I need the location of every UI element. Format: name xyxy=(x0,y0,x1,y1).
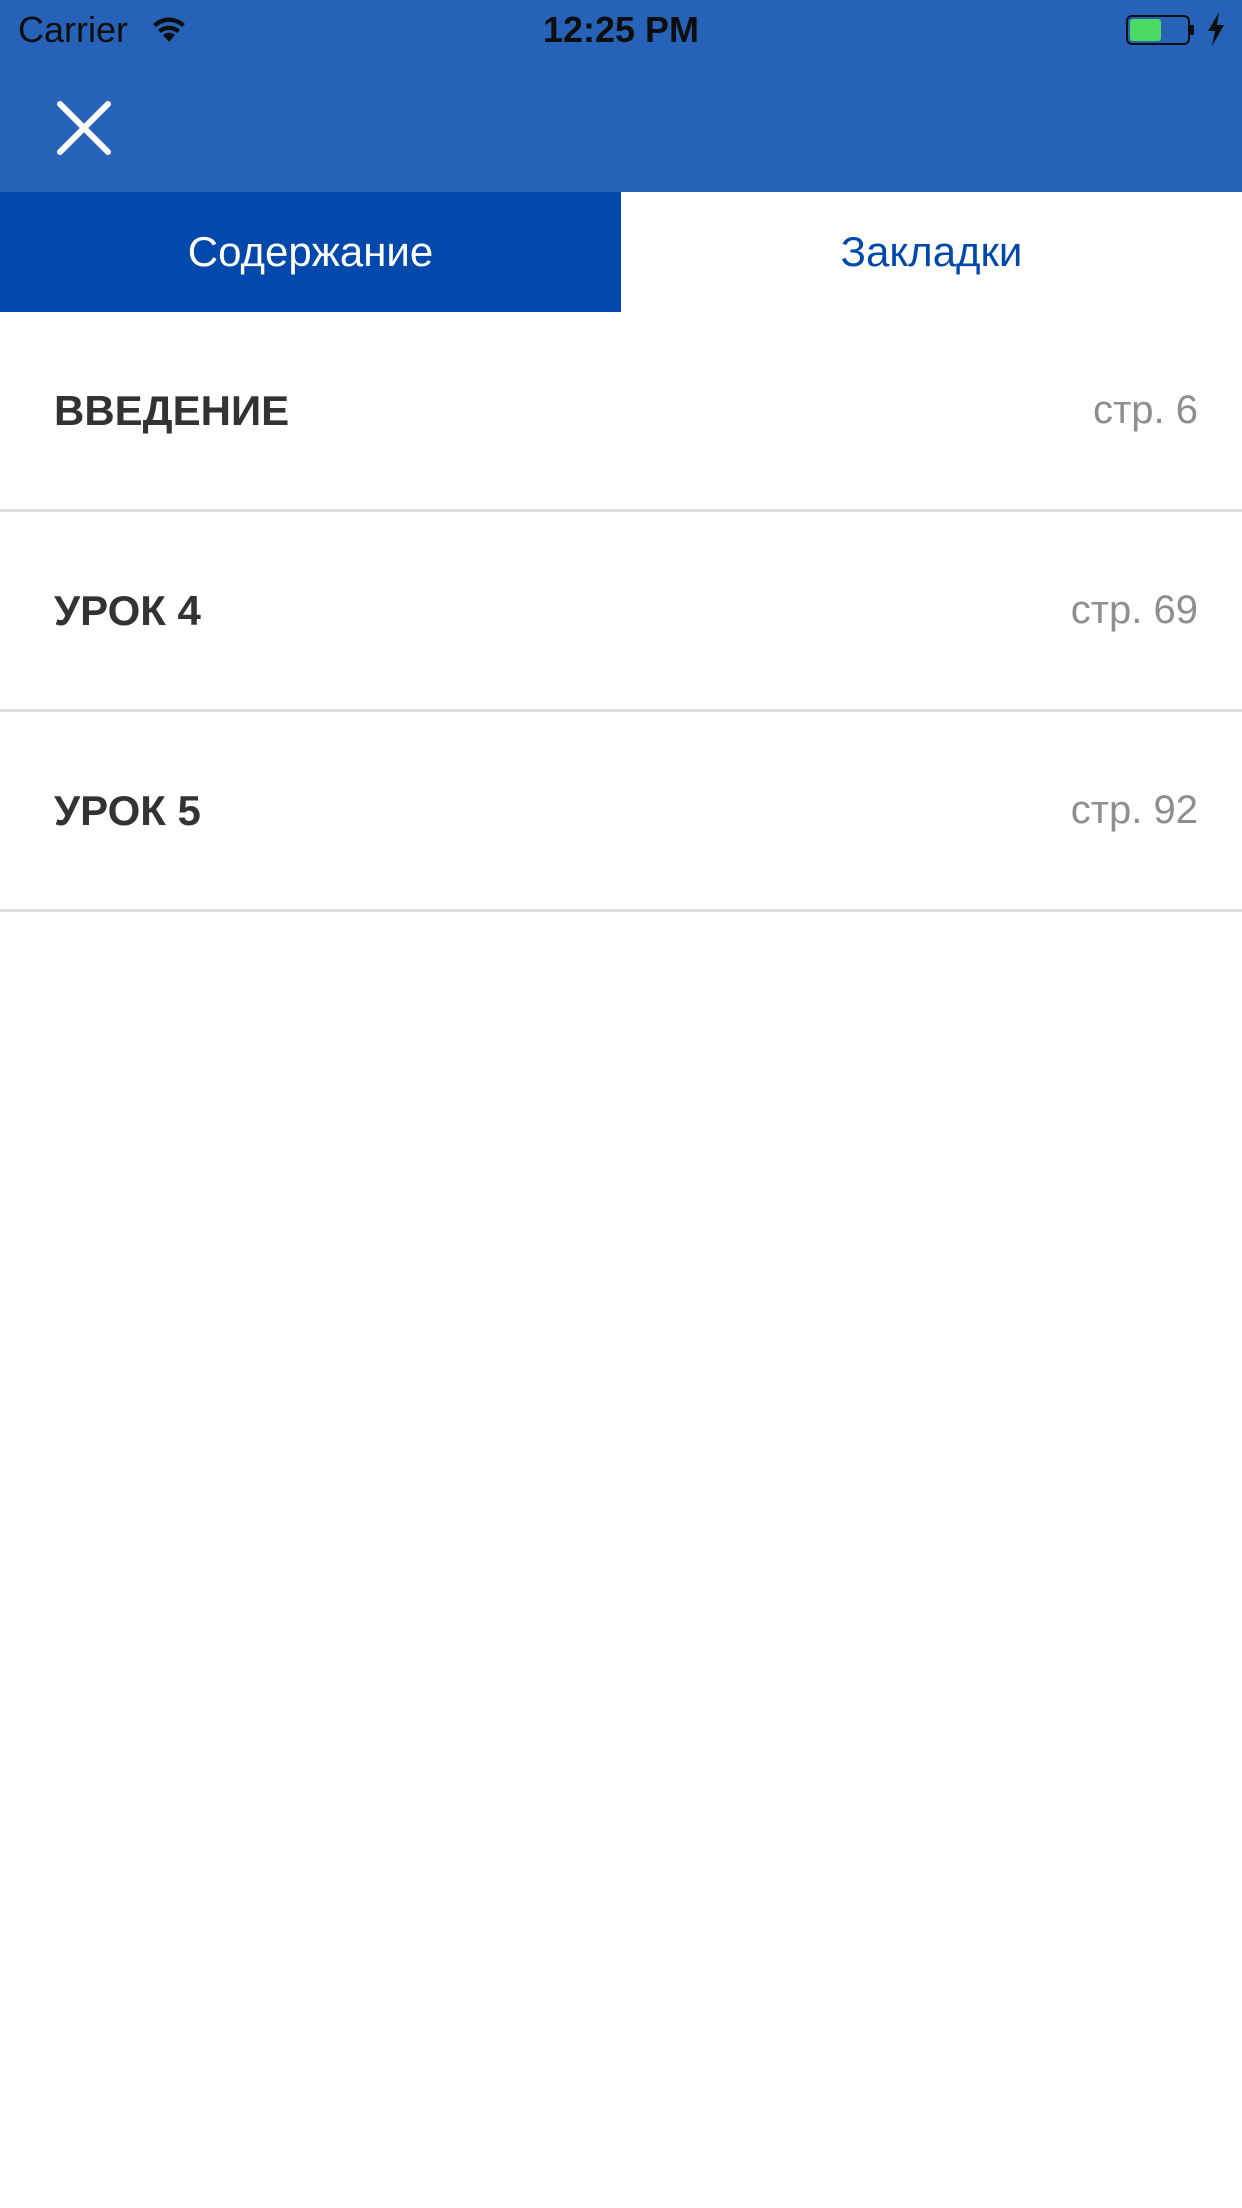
tab-contents[interactable]: Содержание xyxy=(0,192,621,312)
toc-item-page: стр. 69 xyxy=(1070,588,1198,632)
toc-item-page: стр. 92 xyxy=(1070,788,1198,832)
screen: Carrier 12:25 PM Содержание Закладки ВВЕ… xyxy=(0,0,1242,2208)
toc-list: ВВЕДЕНИЕ стр. 6 УРОК 4 стр. 69 УРОК 5 ст… xyxy=(0,312,1242,912)
toc-item-lesson-5[interactable]: УРОК 5 стр. 92 xyxy=(0,712,1242,912)
tab-bookmarks[interactable]: Закладки xyxy=(621,192,1242,312)
toc-item-page: стр. 6 xyxy=(1092,388,1198,432)
nav-bar xyxy=(0,60,1242,192)
segmented-tabs: Содержание Закладки xyxy=(0,192,1242,312)
battery-charging-icon xyxy=(1126,15,1194,45)
status-time: 12:25 PM xyxy=(542,9,700,50)
charging-bolt-icon xyxy=(1208,12,1224,46)
toc-item-title: УРОК 5 xyxy=(54,786,201,834)
close-icon[interactable] xyxy=(48,92,120,164)
toc-item-title: ВВЕДЕНИЕ xyxy=(54,386,290,434)
battery-level-fill xyxy=(1130,19,1161,41)
status-bar: Carrier 12:25 PM xyxy=(0,0,1242,60)
toc-item-introduction[interactable]: ВВЕДЕНИЕ стр. 6 xyxy=(0,312,1242,512)
toc-item-title: УРОК 4 xyxy=(54,586,201,634)
toc-item-lesson-4[interactable]: УРОК 4 стр. 69 xyxy=(0,512,1242,712)
